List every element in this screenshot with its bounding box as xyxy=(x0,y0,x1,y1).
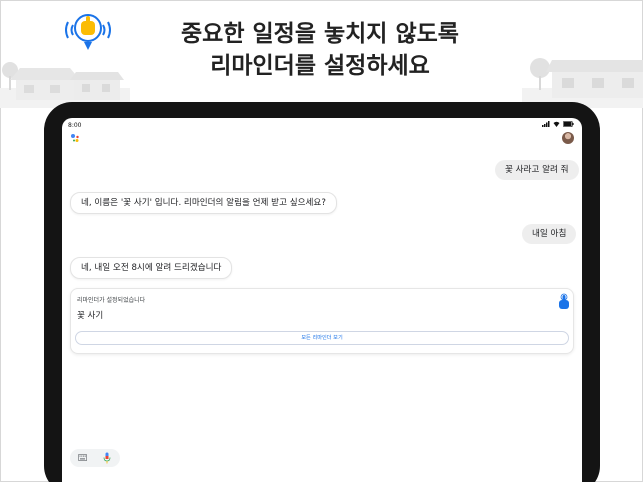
hero-title-line2: 리마인더를 설정하세요 xyxy=(210,53,430,79)
chat-bubble-assistant: 네, 이름은 '꽃 사기' 입니다. 리마인더의 알림을 언제 받고 싶으세요? xyxy=(70,192,337,214)
house-illustration-right xyxy=(522,58,643,108)
reminder-card: 리마인더가 설정되었습니다 꽃 사기 모든 리마인더 보기 xyxy=(70,288,574,354)
bell-hand-icon xyxy=(65,14,111,50)
user-avatar[interactable] xyxy=(562,132,574,144)
status-icons xyxy=(542,121,574,127)
reminder-hand-icon xyxy=(559,293,569,309)
reminder-card-title: 리마인더가 설정되었습니다 xyxy=(77,297,146,304)
chat-bubble-assistant: 네, 내일 오전 8시에 알려 드리겠습니다 xyxy=(70,257,233,279)
reminder-text: 꽃 사기 xyxy=(77,311,104,321)
input-bar xyxy=(70,449,120,467)
assistant-screen: 8:00 꽃 사라고 알려 줘 네, 이름은 '꽃 사기' 입니다. 리마인더의… xyxy=(62,118,582,482)
chat-bubble-user: 내일 아침 xyxy=(522,224,577,244)
keyboard-icon[interactable] xyxy=(78,454,87,461)
view-all-reminders-button[interactable]: 모든 리마인더 보기 xyxy=(75,331,569,345)
status-bar: 8:00 xyxy=(62,118,582,132)
wifi-icon xyxy=(553,121,560,127)
assistant-logo-icon xyxy=(71,134,79,142)
house-illustration-left xyxy=(0,62,130,108)
chat-bubble-user: 꽃 사라고 알려 줘 xyxy=(495,160,579,180)
battery-icon xyxy=(563,121,574,127)
mic-icon[interactable] xyxy=(103,452,111,464)
hero-title-line1: 중요한 일정을 놓치지 않도록 xyxy=(181,21,459,47)
signal-icon xyxy=(542,121,550,127)
status-time: 8:00 xyxy=(68,122,82,129)
hero-title: 중요한 일정을 놓치지 않도록 리마인더를 설정하세요 xyxy=(120,18,520,82)
